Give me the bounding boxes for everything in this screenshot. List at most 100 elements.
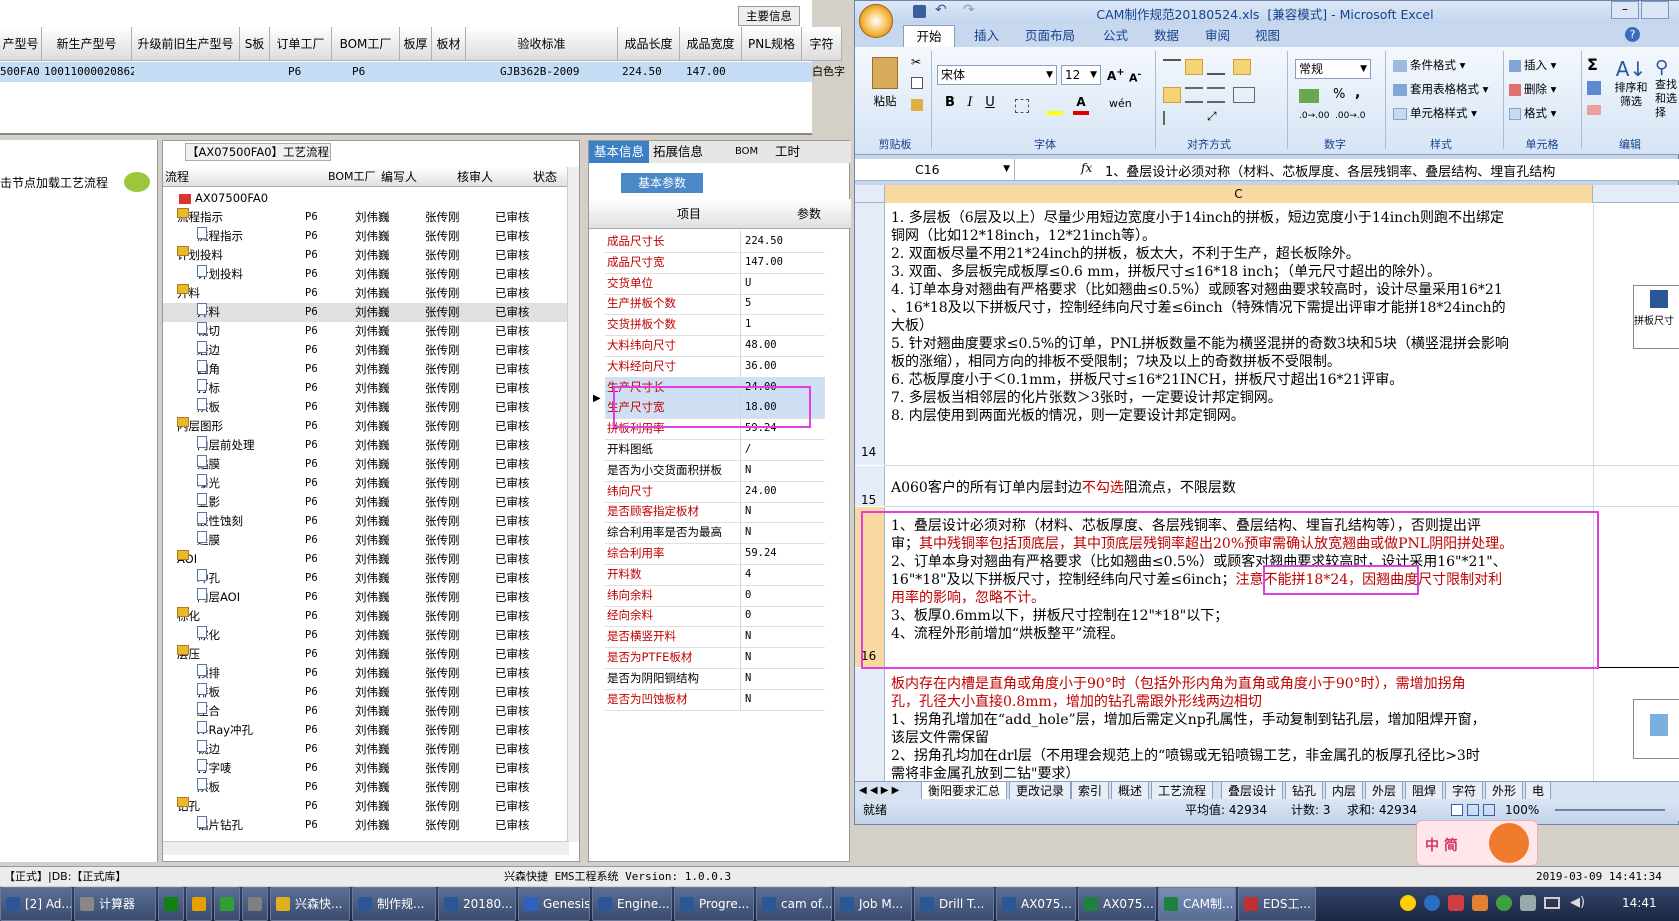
clock[interactable]: 14:41: [1622, 896, 1657, 910]
tree-row[interactable]: 烘板 P6 刘伟巍 张传刚 已审核: [163, 778, 569, 797]
tree-row[interactable]: 显影 P6 刘伟巍 张传刚 已审核: [163, 493, 569, 512]
align-right-icon[interactable]: [1207, 87, 1225, 103]
tree-row[interactable]: 内层AOI P6 刘伟巍 张传刚 已审核: [163, 588, 569, 607]
align-middle-icon[interactable]: [1185, 59, 1203, 75]
col-header[interactable]: 成品宽度: [680, 27, 742, 61]
taskbar-button[interactable]: CAM制...: [1158, 887, 1236, 921]
normal-view-icon[interactable]: [1451, 804, 1463, 816]
row-header-17[interactable]: [855, 668, 885, 781]
tab-nav[interactable]: ◀ ◀ ▶ ▶: [859, 782, 899, 799]
tree-row[interactable]: 退膜 P6 刘伟巍 张传刚 已审核: [163, 531, 569, 550]
col-header[interactable]: 板材: [432, 27, 466, 61]
taskbar-button[interactable]: [242, 887, 268, 921]
taskbar-button[interactable]: Engine...: [592, 887, 672, 921]
param-row[interactable]: 开料数 4: [605, 563, 825, 586]
paste-button[interactable]: 粘贴: [867, 57, 903, 117]
sheet-tab[interactable]: 更改记录: [1009, 782, 1072, 799]
col-header[interactable]: 订单工厂: [270, 27, 332, 61]
tab-bom[interactable]: BOM: [735, 141, 758, 163]
conditional-format-button[interactable]: 条件格式 ▾: [1393, 57, 1465, 73]
sheet-tab[interactable]: 外形: [1485, 782, 1524, 799]
param-row[interactable]: 成品尺寸长 224.50: [605, 231, 825, 253]
tree-row[interactable]: 铣边 P6 刘伟巍 张传刚 已审核: [163, 740, 569, 759]
tree-row[interactable]: 钻孔P6 刘伟巍 张传刚 已审核: [163, 797, 569, 816]
tree-row[interactable]: 棕化P6刘伟巍张传刚已审核: [163, 607, 569, 626]
tree-row[interactable]: 流程指示 P6 刘伟巍 张传刚 已审核: [163, 208, 569, 227]
tree-row[interactable]: 棕化P6刘伟巍张传刚已审核: [163, 626, 569, 645]
col-header[interactable]: 新生产型号: [42, 27, 132, 61]
zoom-slider[interactable]: [1555, 809, 1665, 811]
align-center-icon[interactable]: [1185, 87, 1203, 103]
col-bom-factory[interactable]: BOM工厂: [328, 167, 376, 187]
tree-row[interactable]: 圆角 P6 刘伟巍 张传刚 已审核: [163, 360, 569, 379]
tree-row[interactable]: 磨边 P6 刘伟巍 张传刚 已审核: [163, 341, 569, 360]
param-row[interactable]: 大料纬向尺寸 48.00: [605, 335, 825, 357]
increase-decimal-icon[interactable]: .0→.00: [1299, 111, 1329, 121]
copy-icon[interactable]: [911, 77, 923, 89]
tree-row[interactable]: 流程指示 P6 刘伟巍 张传刚 已审核: [163, 227, 569, 246]
taskbar-button[interactable]: [158, 887, 184, 921]
tree-row[interactable]: 计划投料 P6 刘伟巍 张传刚 已审核: [163, 246, 569, 265]
col-header[interactable]: 升级前旧生产型号: [132, 27, 240, 61]
col-item[interactable]: 项目: [677, 199, 701, 229]
tab-basic-info[interactable]: 基本信息: [589, 141, 649, 163]
tab-insert[interactable]: 插入: [974, 25, 999, 47]
col-writer[interactable]: 编写人: [381, 167, 417, 187]
border-icon[interactable]: [1015, 99, 1029, 113]
taskbar-button[interactable]: 兴森快...: [270, 887, 350, 921]
tray-icon[interactable]: [1400, 895, 1416, 911]
tab-extended-info[interactable]: 拓展信息: [653, 141, 703, 163]
tree-row[interactable]: 打字唛 P6 刘伟巍 张传刚 已审核: [163, 759, 569, 778]
param-row[interactable]: 是否顾客指定板材 N: [605, 501, 825, 524]
page-layout-icon[interactable]: [1467, 804, 1479, 816]
taskbar-button[interactable]: 制作规...: [352, 887, 436, 921]
tree-row[interactable]: 预排 P6 刘伟巍 张传刚 已审核: [163, 664, 569, 683]
col-header[interactable]: 产型号: [0, 27, 42, 61]
align-bottom-icon[interactable]: [1207, 59, 1225, 75]
taskbar-button[interactable]: [186, 887, 212, 921]
param-row[interactable]: 经向余料 0: [605, 605, 825, 628]
tree-row[interactable]: 层压P6 刘伟巍 张传刚 已审核: [163, 645, 569, 664]
formula-input[interactable]: 1、叠层设计必须对称（材料、芯板厚度、各层残铜率、叠层结构、埋盲孔结构: [1105, 161, 1665, 180]
sheet-tab[interactable]: 索引: [1071, 782, 1110, 799]
tray-icon[interactable]: [1496, 895, 1512, 911]
ime-widget[interactable]: 中 简: [1416, 820, 1538, 866]
tree-root[interactable]: AX07500FA0: [169, 189, 268, 208]
col-header[interactable]: S板: [240, 27, 270, 61]
taskbar-button[interactable]: AX075...: [996, 887, 1076, 921]
param-row[interactable]: 是否为小交货面积拼板 N: [605, 459, 825, 482]
col-value[interactable]: 参数: [797, 199, 821, 229]
delete-cells-button[interactable]: 删除 ▾: [1509, 81, 1556, 97]
tree-row[interactable]: 开料P6刘伟巍张传刚已审核: [163, 303, 569, 322]
align-left-icon[interactable]: [1163, 87, 1181, 103]
wrap-text-icon[interactable]: [1233, 59, 1251, 75]
clear-icon[interactable]: [1587, 105, 1601, 115]
param-row[interactable]: 是否为凹蚀板材 N: [605, 688, 825, 711]
col-header[interactable]: 字符: [802, 27, 842, 61]
param-row[interactable]: 大料经向尺寸 36.00: [605, 355, 825, 378]
tab-home[interactable]: 开始: [903, 25, 955, 47]
sheet-tab[interactable]: 衡阳要求汇总: [921, 782, 1008, 799]
find-select-button[interactable]: ⚲ 查找和选择: [1655, 57, 1679, 120]
bold-icon[interactable]: B: [941, 95, 959, 115]
tree-row[interactable]: X-Ray冲孔 P6 刘伟巍 张传刚 已审核: [163, 721, 569, 740]
cell-c14[interactable]: 1. 多层板（6层及以上）尽量少用短边宽度小于14inch的拼板，短边宽度小于1…: [891, 209, 1591, 459]
underline-icon[interactable]: U: [981, 95, 999, 115]
restore-button[interactable]: [1641, 1, 1669, 19]
format-as-table-button[interactable]: 套用表格格式 ▾: [1393, 81, 1488, 97]
sheet-tab[interactable]: 内层: [1325, 782, 1364, 799]
tray-icon[interactable]: [1424, 895, 1440, 911]
param-row[interactable]: 生产拼板个数 5: [605, 293, 825, 316]
tree-row[interactable]: 开料P6刘伟巍张传刚已审核: [163, 284, 569, 303]
col-status[interactable]: 状态: [533, 167, 557, 187]
tab-data[interactable]: 数据: [1154, 25, 1179, 47]
taskbar-button[interactable]: Drill T...: [914, 887, 994, 921]
tab-review[interactable]: 审阅: [1205, 25, 1230, 47]
tray-icon[interactable]: [1520, 895, 1536, 911]
comma-icon[interactable]: ,: [1355, 85, 1360, 101]
subtab-basic-params[interactable]: 基本参数: [621, 173, 703, 193]
taskbar-button[interactable]: [2] Ad...: [0, 887, 72, 921]
col-header[interactable]: 验收标准: [466, 27, 618, 61]
fill-color-icon[interactable]: [1047, 97, 1063, 115]
taskbar-button[interactable]: Progre...: [674, 887, 754, 921]
